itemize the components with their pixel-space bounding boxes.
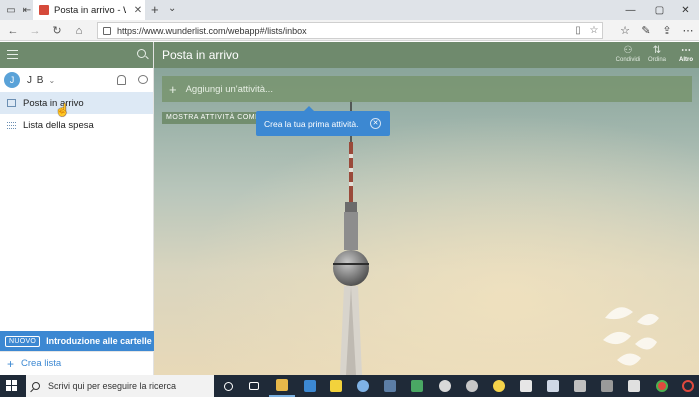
file-explorer-icon[interactable] xyxy=(269,375,295,397)
sticky-notes-icon[interactable] xyxy=(323,375,349,397)
back-icon[interactable]: ← xyxy=(5,23,21,39)
more-options-icon[interactable]: ⋯ xyxy=(680,23,696,39)
window-app-icon[interactable] xyxy=(377,375,403,397)
chevron-down-icon[interactable]: ⌄ xyxy=(48,76,55,85)
close-window-icon[interactable]: ✕ xyxy=(672,0,699,20)
chat-icon[interactable] xyxy=(138,75,148,84)
share-page-icon[interactable]: ⇪ xyxy=(659,23,675,39)
close-tab-icon[interactable]: ✕ xyxy=(131,5,145,16)
cortana-icon[interactable] xyxy=(215,375,241,397)
search-icon xyxy=(32,382,40,390)
user-row[interactable]: J J B ⌄ xyxy=(0,68,153,92)
plus-icon: + xyxy=(169,81,177,97)
folders-promo-banner[interactable]: NUOVO Introduzione alle cartelle xyxy=(0,331,154,351)
taskbar-search-box[interactable]: Scrivi qui per eseguire la ricerca xyxy=(26,375,214,397)
wunderlist-favicon-icon xyxy=(39,5,49,15)
sidebar-item-inbox[interactable]: Posta in arrivo ☝ xyxy=(0,92,153,116)
sidebar-header xyxy=(0,42,153,68)
promo-text: Introduzione alle cartelle xyxy=(46,336,152,346)
camera-app-icon[interactable] xyxy=(513,375,539,397)
weather-app-icon[interactable] xyxy=(486,375,512,397)
sidebar: J J B ⌄ Posta in arrivo ☝ Lista della sp… xyxy=(0,42,154,375)
lock-icon xyxy=(103,26,111,35)
page-title: Posta in arrivo xyxy=(162,48,239,62)
sort-button[interactable]: ⇅ Ordina xyxy=(642,45,672,63)
forward-icon[interactable]: → xyxy=(27,23,43,39)
media-app-icon[interactable] xyxy=(432,375,458,397)
user-name[interactable]: J B xyxy=(27,75,44,86)
refresh-icon[interactable]: ↻ xyxy=(49,23,65,39)
notes-icon[interactable]: ✎ xyxy=(638,23,654,39)
taskbar-search-placeholder: Scrivi qui per eseguire la ricerca xyxy=(48,381,177,391)
url-field[interactable]: https://www.wunderlist.com/webapp#/lists… xyxy=(97,22,603,39)
url-text: https://www.wunderlist.com/webapp#/lists… xyxy=(117,25,307,36)
inbox-icon xyxy=(7,99,16,107)
sort-label: Ordina xyxy=(647,57,666,63)
more-label: Altro xyxy=(679,57,693,63)
browser-tab-bar: ▭ ⇤ Posta in arrivo - Wunde ✕ + ⌄ — ▢ ✕ xyxy=(0,0,699,20)
chrome-icon[interactable] xyxy=(649,375,675,397)
browser-tab[interactable]: Posta in arrivo - Wunde ✕ xyxy=(33,0,145,20)
favorites-icon[interactable]: ☆ xyxy=(617,23,633,39)
more-icon: ⋯ xyxy=(681,45,691,56)
share-label: Condividi xyxy=(615,57,641,63)
add-task-input[interactable]: + Aggiungi un'attività... xyxy=(162,76,692,102)
watermark-logo xyxy=(603,307,659,366)
create-list-button[interactable]: + Crea lista xyxy=(0,351,154,375)
mail-app-icon[interactable] xyxy=(540,375,566,397)
sidebar-item-shopping-list[interactable]: Lista della spesa xyxy=(0,114,153,136)
main-header: Posta in arrivo ⚇ Condividi ⇅ Ordina ⋯ A… xyxy=(154,42,699,68)
calculator-app-icon[interactable] xyxy=(594,375,620,397)
list-icon xyxy=(7,121,16,129)
sidebar-item-label: Lista della spesa xyxy=(23,119,94,131)
sort-icon: ⇅ xyxy=(652,45,662,56)
new-badge: NUOVO xyxy=(5,335,41,347)
share-icon: ⚇ xyxy=(623,45,633,56)
create-list-label: Crea lista xyxy=(21,358,62,369)
tab-list-chevron-icon[interactable]: ⌄ xyxy=(168,3,176,14)
sidebar-item-label: Posta in arrivo xyxy=(23,97,84,109)
share-button[interactable]: ⚇ Condividi xyxy=(613,45,643,63)
more-button[interactable]: ⋯ Altro xyxy=(671,45,699,63)
task-view-icon[interactable] xyxy=(241,375,267,397)
onboarding-tooltip: Crea la tua prima attività. ✕ xyxy=(256,106,390,136)
search-icon[interactable] xyxy=(137,49,146,58)
bell-icon[interactable] xyxy=(117,75,126,85)
close-tooltip-icon[interactable]: ✕ xyxy=(370,118,381,129)
windows-start-icon[interactable] xyxy=(6,380,18,392)
opera-icon[interactable] xyxy=(675,375,699,397)
photos-app-icon[interactable] xyxy=(621,375,647,397)
movies-app-icon[interactable] xyxy=(567,375,593,397)
hamburger-menu-icon[interactable] xyxy=(7,50,18,59)
home-icon[interactable]: ⌂ xyxy=(71,23,87,39)
windows-taskbar: Scrivi qui per eseguire la ricerca xyxy=(0,375,699,397)
address-bar: ← → ↻ ⌂ https://www.wunderlist.com/webap… xyxy=(0,20,699,41)
tooltip-text: Crea la tua prima attività. xyxy=(264,118,359,129)
new-tab-icon[interactable]: + xyxy=(151,2,159,17)
plus-icon: + xyxy=(7,356,15,371)
tab-title: Posta in arrivo - Wunde xyxy=(54,4,126,16)
network-app-icon[interactable] xyxy=(350,375,376,397)
avatar[interactable]: J xyxy=(4,72,20,88)
add-task-placeholder: Aggiungi un'attività... xyxy=(185,83,273,95)
favorite-star-icon[interactable]: ☆ xyxy=(586,25,602,36)
reading-view-icon[interactable]: ▯ xyxy=(570,25,586,36)
maximize-icon[interactable]: ▢ xyxy=(646,0,673,20)
store-icon[interactable] xyxy=(297,375,323,397)
cloud-app-icon[interactable] xyxy=(459,375,485,397)
paint-app-icon[interactable] xyxy=(404,375,430,397)
minimize-icon[interactable]: — xyxy=(617,0,644,20)
